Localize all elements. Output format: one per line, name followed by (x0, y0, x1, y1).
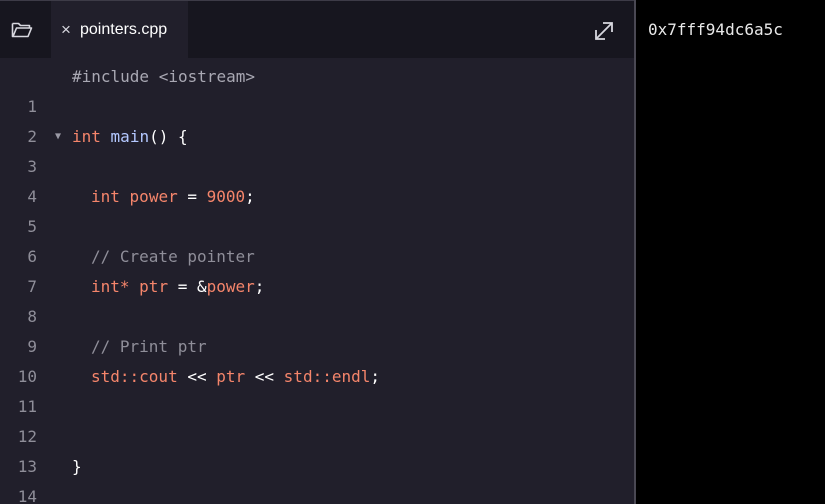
function-name: main (110, 127, 150, 146)
file-browser-button[interactable] (0, 1, 44, 58)
variable: power (206, 277, 255, 296)
code-line: 9 (0, 302, 634, 356)
comment: // Print ptr (91, 337, 207, 356)
code-editor[interactable]: × pointers.cpp 1 #include <iostream> 2 3… (0, 0, 634, 504)
code-line: 6 (0, 212, 634, 266)
keyword: int (72, 127, 101, 146)
close-icon[interactable]: × (58, 21, 74, 38)
code-line: 10 // Print ptr (0, 332, 634, 386)
code-line: 5 int power = 9000; (0, 182, 634, 236)
variable: power (129, 187, 178, 206)
operator: = & (168, 277, 207, 296)
program-output: 0x7fff94dc6a5c (648, 20, 783, 39)
code-line: 8 int* ptr = &power; (0, 272, 634, 326)
std-identifier: std::cout (91, 367, 178, 386)
editor-toolbar: × pointers.cpp (0, 0, 634, 58)
code-line: 1 #include <iostream> (0, 62, 634, 116)
closing-brace: } (72, 457, 82, 476)
keyword: int (91, 187, 120, 206)
std-identifier: std::endl (283, 367, 371, 386)
punctuation: () { (149, 127, 188, 146)
code-line: 7 // Create pointer (0, 242, 634, 296)
punctuation: ; (254, 277, 265, 296)
line-number: 14 (17, 487, 37, 504)
operator: = (177, 187, 207, 206)
folder-open-icon (11, 22, 33, 37)
keyword: int* (91, 277, 130, 296)
comment: // Create pointer (91, 247, 255, 266)
variable: ptr (216, 367, 246, 386)
operator: << (177, 367, 217, 386)
tab-label: pointers.cpp (80, 20, 168, 38)
tab-pointers-cpp[interactable]: × pointers.cpp (51, 1, 188, 58)
code-line: 3 ▼ int main() { (0, 122, 634, 176)
code-line: 4 (0, 152, 634, 206)
punctuation: ; (370, 367, 381, 386)
variable: ptr (139, 277, 169, 296)
punctuation: ; (245, 187, 255, 206)
code-line: 14 } (0, 452, 634, 504)
code-line: 12 (0, 392, 634, 446)
code-line: 13 (0, 422, 634, 476)
code-line: 11 std::cout << ptr << std::endl; (0, 362, 634, 416)
expand-icon[interactable] (590, 17, 618, 45)
include-directive: #include <iostream> (72, 67, 256, 86)
operator: << (245, 367, 284, 386)
code-line: 2 (0, 92, 634, 146)
fold-arrow-icon[interactable]: ▼ (55, 122, 61, 152)
output-panel: 0x7fff94dc6a5c (636, 0, 825, 504)
number-literal: 9000 (206, 187, 246, 206)
code-area[interactable]: 1 #include <iostream> 2 3 ▼ int main() {… (0, 62, 634, 504)
